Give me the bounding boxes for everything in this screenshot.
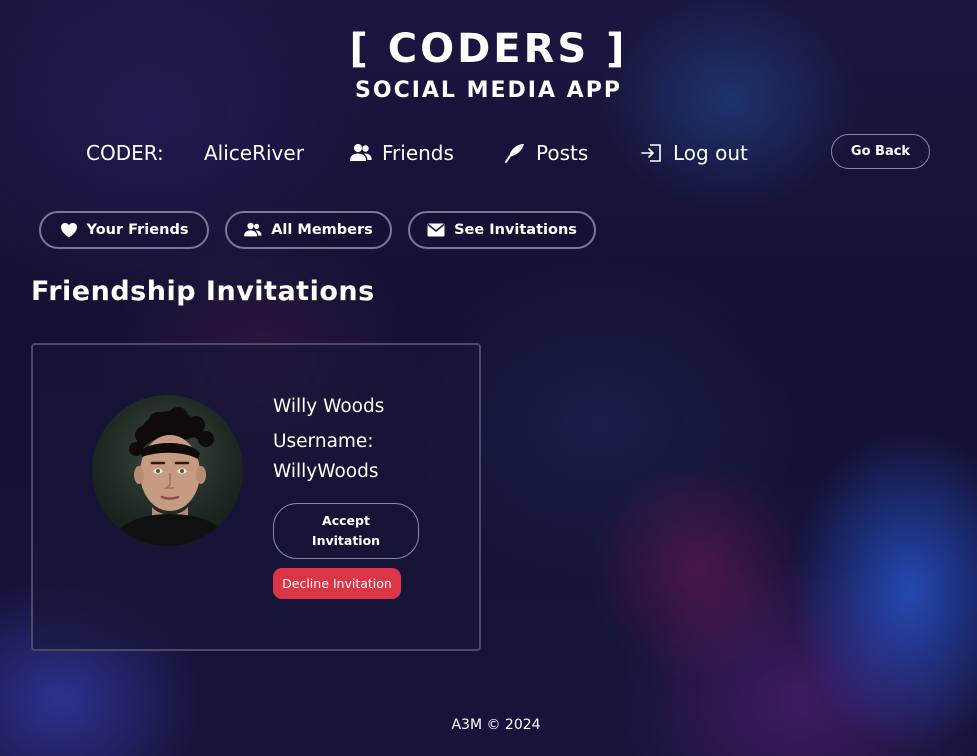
see-invitations-label: See Invitations [454,222,577,238]
your-friends-label: Your Friends [86,222,189,238]
footer-copyright: A3M © 2024 [451,717,541,733]
envelope-icon [427,221,445,239]
all-members-label: All Members [271,222,373,238]
avatar [92,395,243,546]
users-icon [350,142,372,164]
brand-title: [ CODERS ] [349,26,628,72]
nav-logout-link[interactable]: Log out [641,138,748,168]
logout-icon [641,142,663,164]
username-value: WillyWoods [273,461,379,482]
nav-posts-label: Posts [536,141,589,165]
coder-label: CODER: [86,141,164,165]
users-icon [244,221,262,239]
brand-subtitle: SOCIAL MEDIA APP [355,78,622,103]
heart-icon [60,221,78,239]
see-invitations-button[interactable]: See Invitations [408,211,596,249]
your-friends-button[interactable]: Your Friends [39,211,209,249]
accept-invitation-button[interactable]: Accept Invitation [273,503,419,559]
decline-invitation-button[interactable]: Decline Invitation [273,568,401,599]
coder-name[interactable]: AliceRiver [204,141,304,165]
nav-friends-label: Friends [382,141,454,165]
nav-logout-label: Log out [673,141,748,165]
username-label: Username: [273,431,374,452]
nav-friends-link[interactable]: Friends [350,138,454,168]
section-title: Friendship Invitations [31,276,375,307]
feather-icon [504,142,526,164]
all-members-button[interactable]: All Members [225,211,392,249]
go-back-button[interactable]: Go Back [831,134,930,169]
member-name: Willy Woods [273,396,385,417]
nav-posts-link[interactable]: Posts [504,138,588,168]
